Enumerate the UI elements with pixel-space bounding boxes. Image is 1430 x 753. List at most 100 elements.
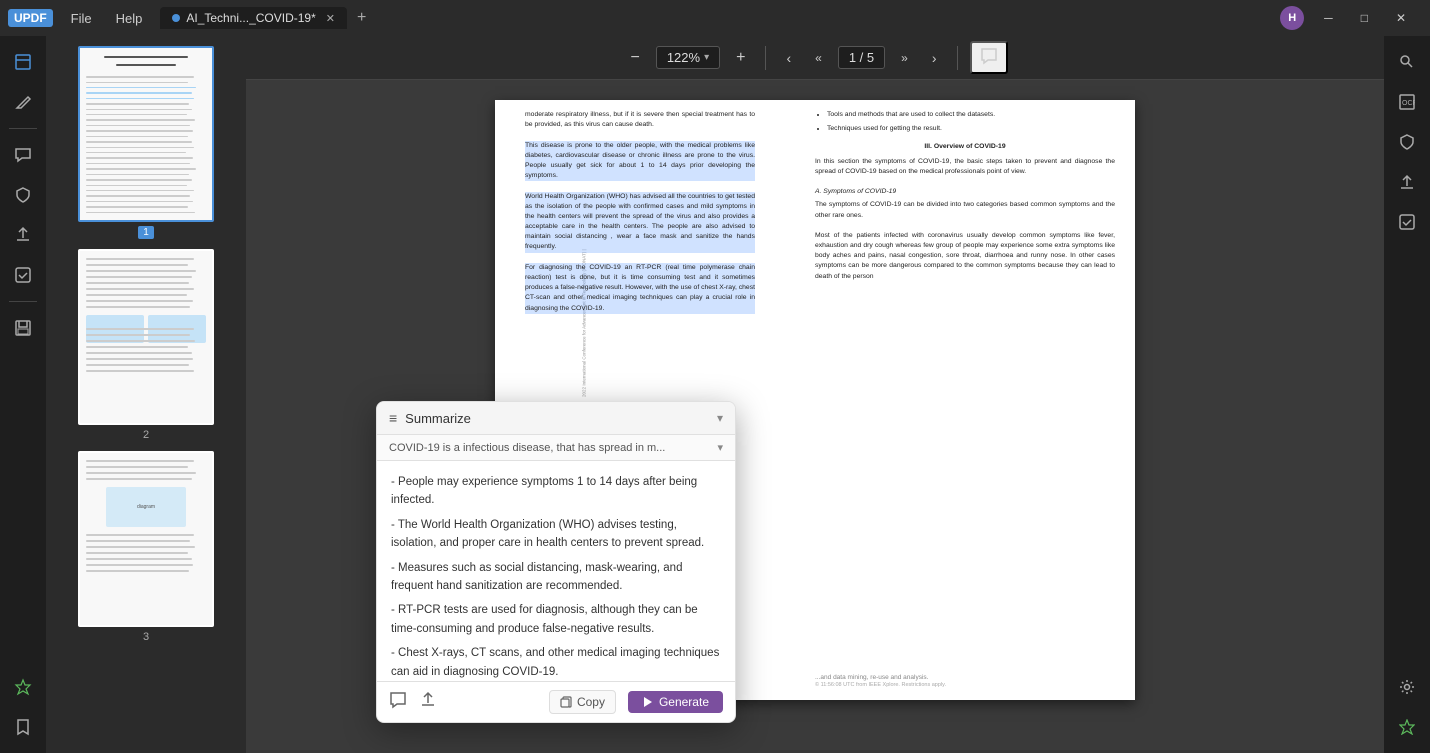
thumbnail-page-3[interactable]: diagram 3 (56, 451, 236, 643)
right-share-button[interactable] (1389, 164, 1425, 200)
next-page-button[interactable]: › (924, 46, 945, 70)
page-indicator: 1 / 5 (838, 46, 885, 69)
pdf-text-who: World Health Organization (WHO) has advi… (525, 192, 755, 253)
svg-text:OCR: OCR (1402, 100, 1415, 107)
avatar[interactable]: H (1280, 6, 1304, 30)
ai-popup-footer: Copy Generate (377, 681, 735, 722)
ai-popup-subheader-chevron[interactable]: ▾ (717, 441, 723, 454)
summarize-icon: ≡ (389, 410, 397, 426)
left-sidebar (0, 36, 46, 753)
pdf-page-container: 2022 International Conference for Advanc… (246, 80, 1384, 753)
page-total: 5 (867, 50, 874, 65)
ai-content-line-2: - The World Health Organization (WHO) ad… (391, 516, 721, 553)
right-check-button[interactable] (1389, 204, 1425, 240)
pdf-text-pcr: For diagnosing the COVID-19 an RT-PCR (r… (525, 263, 755, 314)
app-logo: UPDF (8, 9, 53, 27)
maximize-button[interactable]: □ (1353, 9, 1376, 27)
copy-icon (560, 696, 572, 708)
minimize-button[interactable]: ─ (1316, 9, 1341, 27)
sidebar-item-bookmark[interactable] (5, 709, 41, 745)
ai-content-line-1: - People may experience symptoms 1 to 14… (391, 473, 721, 510)
thumbnail-page-2[interactable]: 2 (56, 249, 236, 441)
pdf-section-a: A. Symptoms of COVID-19 (815, 187, 1115, 197)
right-protect-button[interactable] (1389, 124, 1425, 160)
title-bar: UPDF File Help AI_Techni..._COVID-19* ✕ … (0, 0, 1430, 36)
pdf-section-iii-text: In this section the symptoms of COVID-19… (815, 157, 1115, 177)
thumbnail-page-label-3: 3 (143, 631, 149, 643)
right-settings-button[interactable] (1389, 669, 1425, 705)
document-tab[interactable]: AI_Techni..._COVID-19* ✕ (160, 7, 347, 29)
right-ocr-button[interactable]: OCR (1389, 84, 1425, 120)
thumbnail-panel: 1 (46, 36, 246, 753)
ai-content-line-4: - RT-PCR tests are used for diagnosis, a… (391, 601, 721, 638)
copy-label: Copy (577, 695, 605, 709)
toolbar: − 122% ▾ + ‹ « 1 / 5 » › (246, 36, 1384, 80)
generate-button[interactable]: Generate (628, 691, 723, 713)
ai-popup-subtext: COVID-19 is a infectious disease, that h… (389, 442, 717, 454)
ai-popup-collapse-button[interactable]: ▾ (717, 411, 723, 425)
ai-footer-chat-icon[interactable] (389, 691, 407, 714)
ai-footer-share-icon[interactable] (419, 691, 437, 714)
pdf-bullet-1: Tools and methods that are used to colle… (827, 110, 1115, 120)
thumbnail-image-2 (78, 249, 214, 425)
ai-popup-title: Summarize (405, 411, 709, 426)
sidebar-divider-2 (9, 301, 37, 302)
right-ai-button[interactable] (1389, 709, 1425, 745)
comment-button[interactable] (970, 41, 1008, 74)
page-separator: / (860, 50, 867, 65)
pdf-footer-text: ...and data mining, re-use and analysis.… (815, 673, 1115, 690)
generate-label: Generate (659, 695, 709, 709)
ai-popup-header: ≡ Summarize ▾ (377, 402, 735, 435)
right-search-button[interactable] (1389, 44, 1425, 80)
generate-icon (642, 696, 654, 708)
pdf-bullet-2: Techniques used for getting the result. (827, 124, 1115, 134)
toolbar-sep-2 (957, 46, 958, 70)
zoom-display[interactable]: 122% ▾ (656, 46, 720, 69)
tab-modified-dot (172, 14, 180, 22)
ai-popup: ≡ Summarize ▾ COVID-19 is a infectious d… (376, 401, 736, 723)
new-tab-button[interactable]: + (351, 7, 372, 29)
sidebar-item-edit[interactable] (5, 84, 41, 120)
copy-button[interactable]: Copy (549, 690, 616, 714)
pdf-section-a-text: The symptoms of COVID-19 can be divided … (815, 200, 1115, 220)
thumbnail-image-3: diagram (78, 451, 214, 627)
sidebar-item-share[interactable] (5, 217, 41, 253)
ai-popup-content: - People may experience symptoms 1 to 14… (377, 461, 735, 681)
menu-file[interactable]: File (61, 7, 102, 30)
thumbnail-page-label-2: 2 (143, 429, 149, 441)
sidebar-item-comment[interactable] (5, 137, 41, 173)
main-layout: 1 (0, 36, 1430, 753)
first-page-button[interactable]: « (807, 47, 830, 69)
sidebar-item-check[interactable] (5, 257, 41, 293)
thumbnail-page-num-1: 1 (138, 226, 154, 239)
pdf-section-iii: III. Overview of COVID-19 (815, 142, 1115, 152)
pdf-text-top: moderate respiratory illness, but if it … (525, 110, 755, 130)
ai-content-line-5: - Chest X-rays, CT scans, and other medi… (391, 644, 721, 681)
sidebar-item-save[interactable] (5, 310, 41, 346)
page-current: 1 (849, 50, 856, 65)
pdf-symptoms-text: Most of the patients infected with coron… (815, 231, 1115, 282)
right-panel: OCR (1384, 36, 1430, 753)
prev-page-button[interactable]: ‹ (778, 46, 799, 70)
pdf-area: − 122% ▾ + ‹ « 1 / 5 » › (246, 36, 1384, 753)
pdf-text-disease: This disease is prone to the older peopl… (525, 141, 755, 182)
sidebar-item-ai[interactable] (5, 669, 41, 705)
title-bar-controls: H ─ □ ✕ (1280, 6, 1414, 30)
ai-content-line-3: - Measures such as social distancing, ma… (391, 559, 721, 596)
close-window-button[interactable]: ✕ (1388, 9, 1414, 27)
zoom-level: 122% (667, 50, 700, 65)
sidebar-divider (9, 128, 37, 129)
tab-label: AI_Techni..._COVID-19* (186, 11, 315, 25)
ai-popup-subheader[interactable]: COVID-19 is a infectious disease, that h… (377, 435, 735, 461)
thumbnail-page-1[interactable]: 1 (56, 46, 236, 239)
last-page-button[interactable]: » (893, 47, 916, 69)
zoom-dropdown-icon[interactable]: ▾ (704, 52, 709, 63)
toolbar-sep-1 (765, 46, 766, 70)
thumbnail-image-1 (78, 46, 214, 222)
sidebar-item-protect[interactable] (5, 177, 41, 213)
zoom-out-button[interactable]: − (622, 45, 647, 71)
sidebar-item-home[interactable] (5, 44, 41, 80)
zoom-in-button[interactable]: + (728, 45, 753, 71)
tab-close-button[interactable]: ✕ (326, 12, 335, 25)
menu-help[interactable]: Help (106, 7, 153, 30)
